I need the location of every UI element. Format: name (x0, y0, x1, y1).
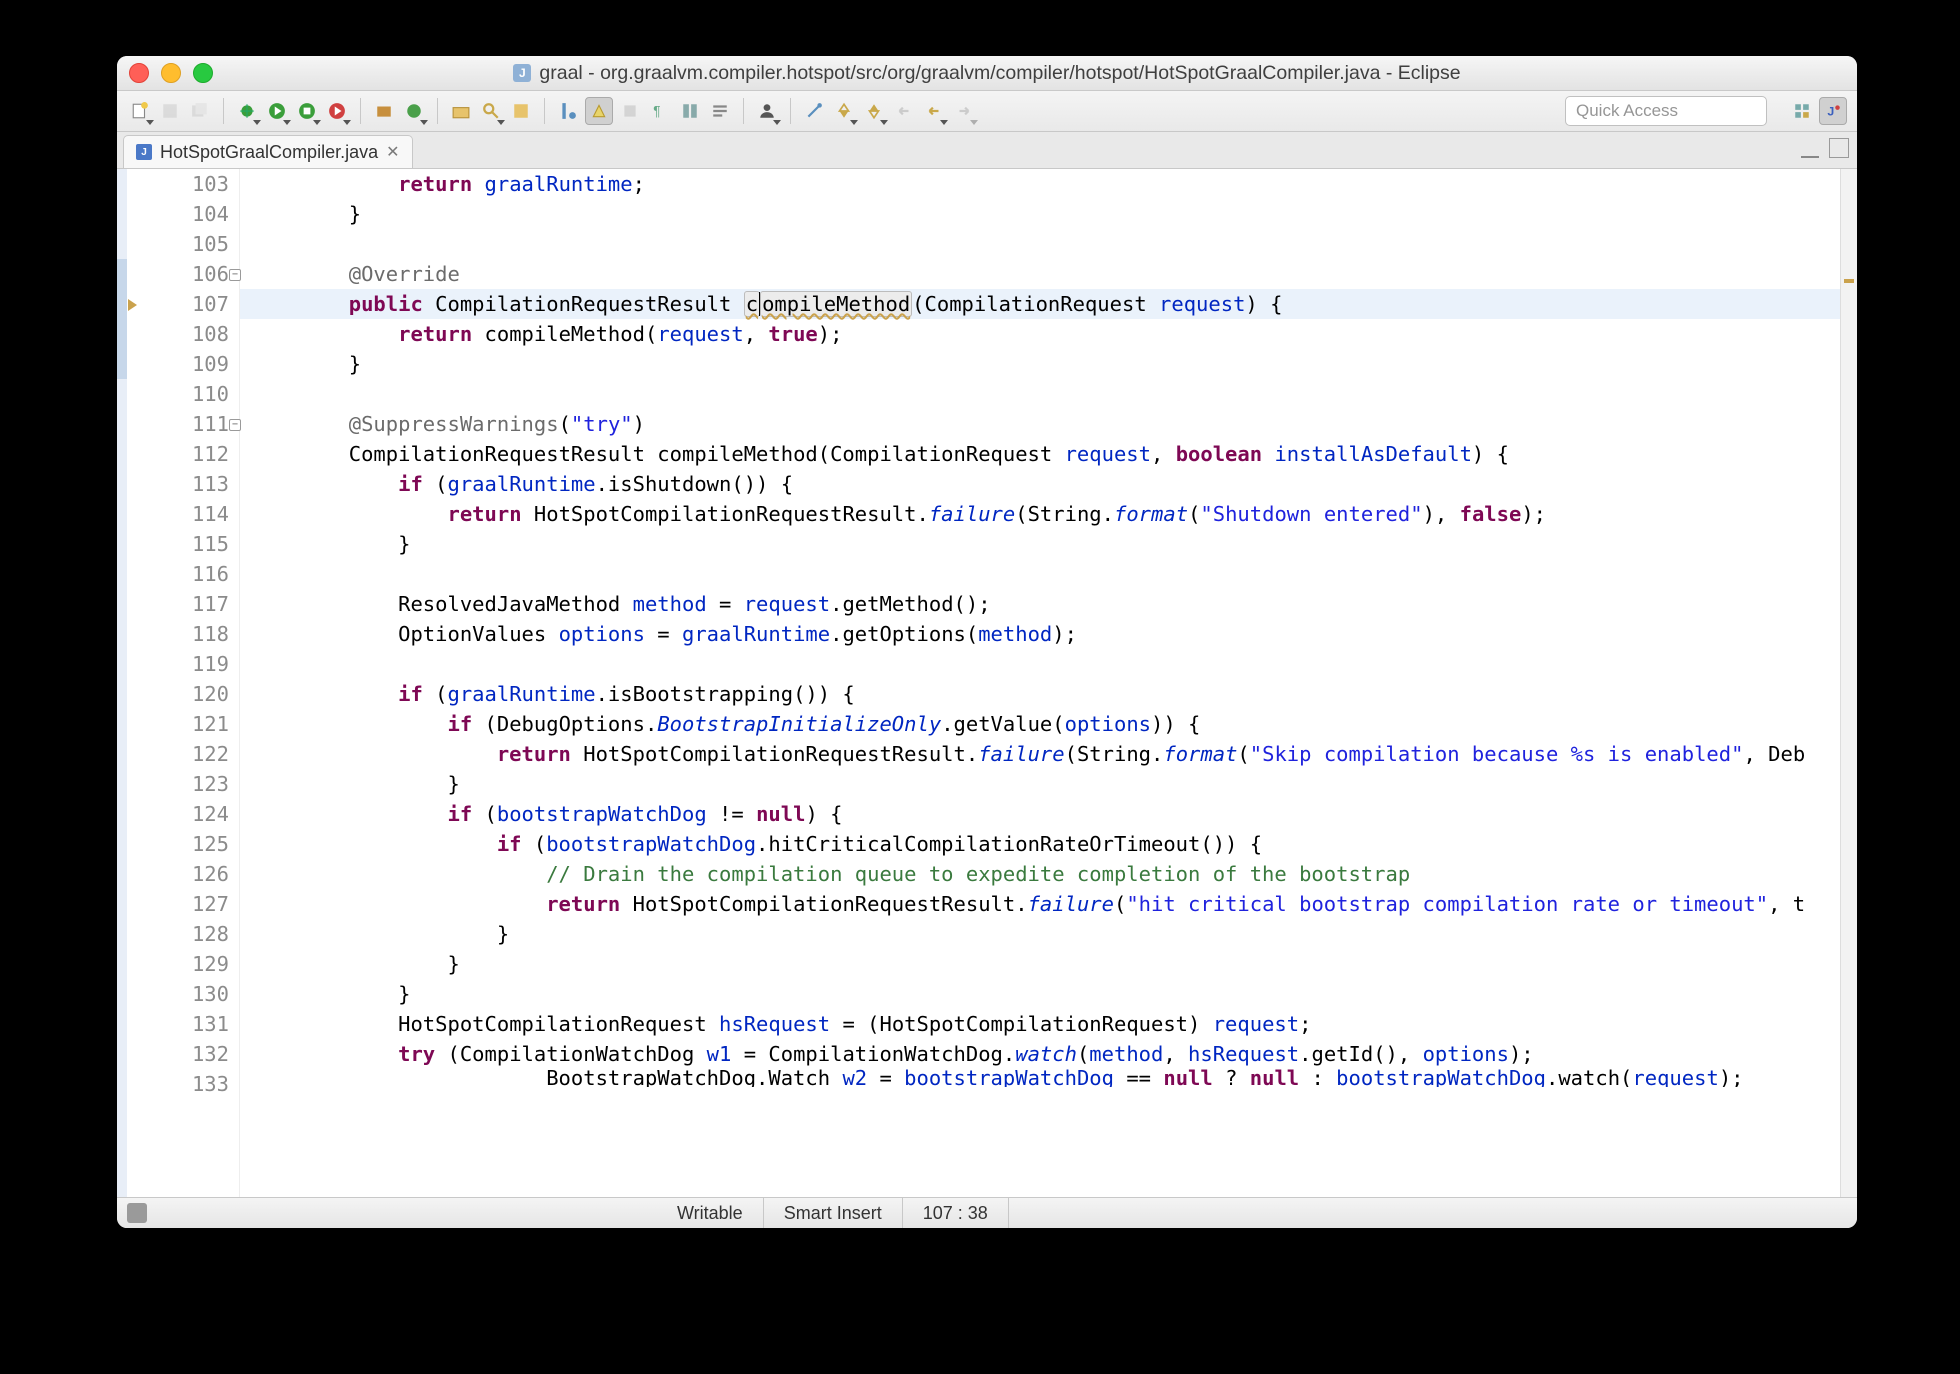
java-perspective-button[interactable]: J (1819, 97, 1847, 125)
svg-text:¶: ¶ (653, 104, 660, 119)
open-perspective-button[interactable] (1789, 98, 1815, 124)
open-task-button[interactable] (508, 98, 534, 124)
close-window-button[interactable] (129, 63, 149, 83)
editor-tabstrip: HotSpotGraalCompiler.java ✕ (117, 132, 1857, 169)
rss-icon[interactable] (127, 1203, 147, 1223)
titlebar: graal - org.graalvm.compiler.hotspot/src… (117, 56, 1857, 91)
run-button[interactable] (264, 98, 290, 124)
maximize-view-icon[interactable] (1829, 138, 1849, 158)
status-insert-mode: Smart Insert (764, 1198, 903, 1228)
toggle-wordwrap-button[interactable] (707, 98, 733, 124)
minimize-window-button[interactable] (161, 63, 181, 83)
eclipse-window: graal - org.graalvm.compiler.hotspot/src… (117, 56, 1857, 1228)
toggle-mark-button[interactable] (555, 98, 581, 124)
new-type-button[interactable] (401, 98, 427, 124)
statusbar: Writable Smart Insert 107 : 38 (117, 1197, 1857, 1228)
save-button[interactable] (157, 98, 183, 124)
status-cursor-position: 107 : 38 (903, 1198, 1009, 1228)
status-writable: Writable (657, 1198, 764, 1228)
profile-button[interactable] (754, 98, 780, 124)
minimize-view-icon[interactable] (1801, 138, 1819, 158)
java-file-icon (136, 144, 152, 160)
quick-access-input[interactable]: Quick Access (1565, 96, 1767, 126)
zoom-window-button[interactable] (193, 63, 213, 83)
clean-button[interactable] (801, 98, 827, 124)
svg-text:J: J (1827, 105, 1834, 119)
save-all-button[interactable] (187, 98, 213, 124)
toolbar: ¶ Quick Access J (117, 91, 1857, 132)
back-button[interactable] (921, 98, 947, 124)
open-type-button[interactable] (448, 98, 474, 124)
new-package-button[interactable] (371, 98, 397, 124)
prev-annotation-button[interactable] (861, 98, 887, 124)
tab-label: HotSpotGraalCompiler.java (160, 142, 378, 163)
debug-button[interactable] (234, 98, 260, 124)
last-edit-button[interactable] (891, 98, 917, 124)
search-button[interactable] (478, 98, 504, 124)
next-annotation-button[interactable] (831, 98, 857, 124)
new-button[interactable] (127, 98, 153, 124)
code-editor[interactable]: 103104105106−107108109110111−11211311411… (117, 169, 1857, 1197)
editor-tab[interactable]: HotSpotGraalCompiler.java ✕ (123, 135, 413, 168)
toggle-block-button[interactable] (617, 98, 643, 124)
overview-ruler[interactable] (1840, 169, 1857, 1197)
show-whitespace-button[interactable]: ¶ (647, 98, 673, 124)
external-tools-button[interactable] (324, 98, 350, 124)
toggle-highlight-button[interactable] (585, 97, 613, 125)
show-source-button[interactable] (677, 98, 703, 124)
java-file-icon (513, 64, 531, 82)
window-title: graal - org.graalvm.compiler.hotspot/src… (117, 62, 1857, 85)
close-tab-icon[interactable]: ✕ (386, 142, 399, 162)
coverage-button[interactable] (294, 98, 320, 124)
forward-button[interactable] (951, 98, 977, 124)
